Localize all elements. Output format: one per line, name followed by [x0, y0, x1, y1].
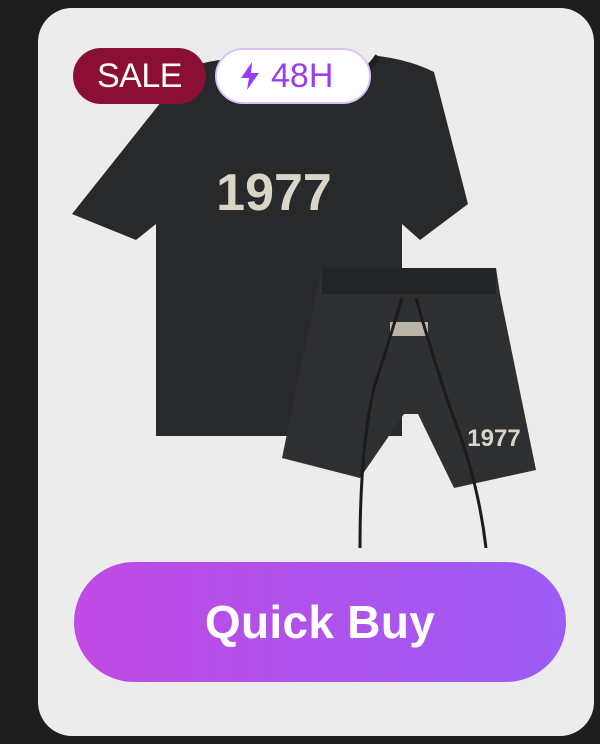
- quick-buy-label: Quick Buy: [204, 596, 436, 648]
- quick-buy-button[interactable]: Quick Buy: [74, 562, 566, 682]
- product-card[interactable]: 1977 1977 SALE 48H Quick Buy: [38, 8, 594, 736]
- lightning-bolt-icon: [239, 61, 261, 91]
- timer-badge: 48H: [215, 48, 371, 104]
- tshirt-print-text: 1977: [216, 164, 332, 222]
- shorts-illustration: 1977: [282, 268, 536, 549]
- shorts-print-text: 1977: [467, 425, 520, 452]
- timer-badge-label: 48H: [271, 57, 334, 95]
- sale-badge: SALE: [73, 48, 206, 104]
- sale-badge-label: SALE: [97, 57, 182, 95]
